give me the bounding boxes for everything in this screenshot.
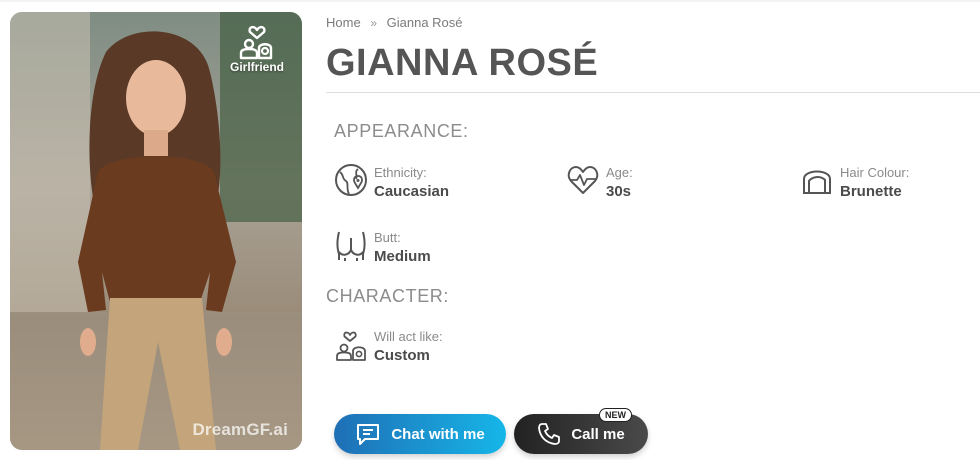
phone-icon [538,423,561,445]
attribute-ethnicity: Ethnicity: Caucasian [334,163,449,203]
relationship-badge: Girlfriend [222,20,292,74]
couple-heart-icon [336,331,366,361]
ethnicity-label: Ethnicity: [374,165,427,180]
chat-bubble-icon [357,424,380,445]
new-badge: NEW [599,408,632,422]
chat-button-label: Chat with me [391,425,485,443]
will-act-like-label: Will act like: [374,329,443,344]
top-border [0,0,980,2]
page-title: GIANNA ROSÉ [326,42,599,84]
watermark: DreamGF.ai [192,420,288,439]
hair-colour-label: Hair Colour: [840,165,910,180]
character-section-title: CHARACTER: [326,286,450,306]
breadcrumb-current: Gianna Rosé [386,15,463,30]
heart-pulse-icon [567,166,599,194]
badge-label: Girlfriend [229,60,284,74]
chat-with-me-button[interactable]: Chat with me [334,414,506,454]
hair-colour-value: Brunette [840,183,902,200]
breadcrumb: Home » Gianna Rosé [326,15,463,30]
butt-icon [336,231,366,261]
will-act-like-value: Custom [374,347,430,364]
appearance-section-title: APPEARANCE: [334,121,469,141]
breadcrumb-home-link[interactable]: Home [326,15,361,30]
butt-label: Butt: [374,230,401,245]
ethnicity-value: Caucasian [374,183,450,200]
age-value: 30s [606,183,632,200]
call-me-button[interactable]: NEW Call me [514,408,648,454]
profile-photo: Girlfriend DreamGF.ai [10,12,302,450]
call-button-label: Call me [571,425,625,443]
attribute-will-act-like: Will act like: Custom [334,327,443,367]
divider [326,92,980,93]
age-label: Age: [606,165,633,180]
hair-icon [803,170,831,194]
breadcrumb-separator: » [370,16,377,30]
globe-pin-icon [335,164,367,196]
couple-heart-icon [239,25,273,60]
attribute-hair-colour: Hair Colour: Brunette [800,163,909,203]
butt-value: Medium [374,248,431,265]
photo-illustration [10,12,302,450]
attribute-age: Age: 30s [566,163,633,203]
attribute-butt: Butt: Medium [334,228,431,268]
